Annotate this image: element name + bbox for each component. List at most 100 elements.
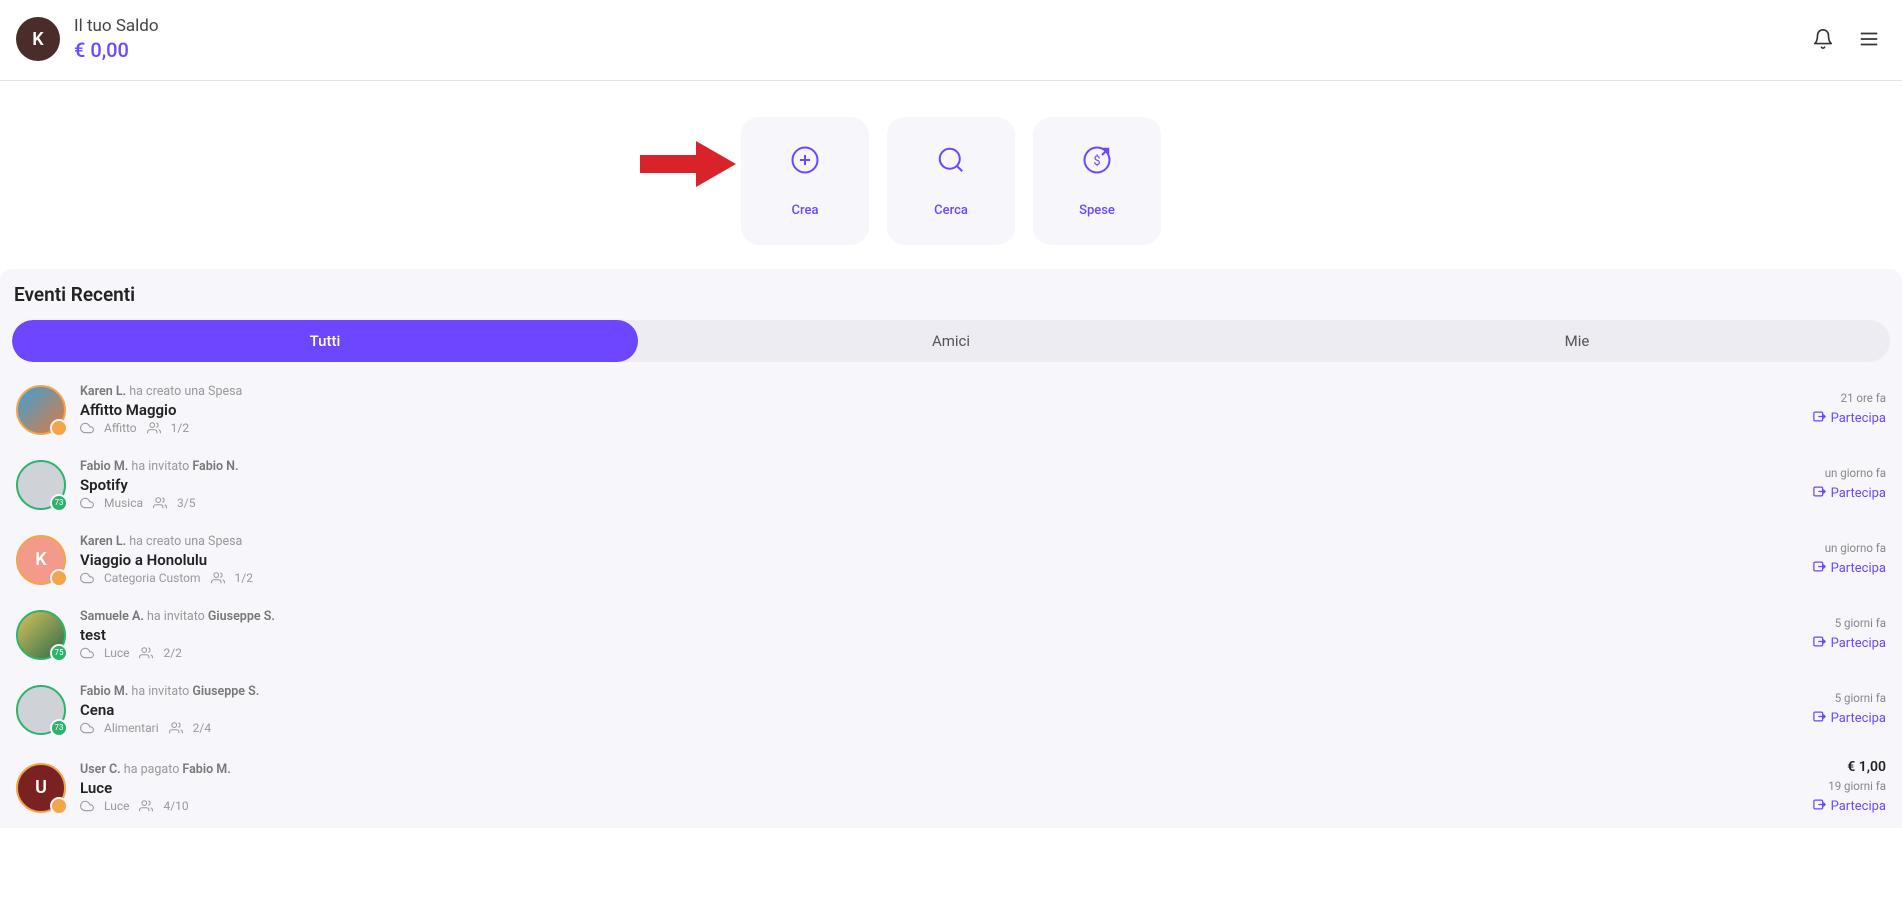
action-search[interactable]: Cerca (887, 117, 1015, 245)
avatar-badge (50, 419, 68, 437)
hamburger-icon (1858, 28, 1880, 50)
callout-arrow-icon (640, 141, 736, 187)
event-category: Affitto (104, 421, 137, 435)
join-label: Partecipa (1831, 711, 1886, 726)
category-icon (80, 571, 94, 585)
event-right: 21 ore fa Partecipa (1812, 391, 1886, 428)
category-icon (80, 496, 94, 510)
join-icon (1812, 484, 1827, 503)
join-label: Partecipa (1831, 799, 1886, 814)
join-label: Partecipa (1831, 561, 1886, 576)
event-time: 19 giorni fa (1828, 779, 1886, 793)
event-description: Karen L. ha creato una Spesa (80, 534, 1798, 549)
event-right: un giorno fa Partecipa (1812, 541, 1886, 578)
people-icon (139, 646, 153, 660)
action-expenses-label: Spese (1079, 203, 1115, 218)
people-icon (153, 496, 167, 510)
people-icon (169, 721, 183, 735)
tab-all[interactable]: Tutti (12, 320, 638, 362)
event-right: un giorno fa Partecipa (1812, 466, 1886, 503)
event-people: 4/10 (163, 799, 188, 813)
join-button[interactable]: Partecipa (1812, 634, 1886, 653)
event-people: 2/4 (193, 721, 211, 735)
event-avatar: K (16, 535, 66, 585)
event-body: Fabio M. ha invitato Giuseppe S.CenaAlim… (80, 684, 1798, 735)
svg-text:$: $ (1093, 154, 1100, 169)
event-people: 2/2 (163, 646, 181, 660)
avatar-badge (50, 569, 68, 587)
event-time: 5 giorni fa (1835, 691, 1886, 705)
event-row[interactable]: 73 Fabio M. ha invitato Fabio N. Spotify Mu… (12, 447, 1890, 522)
event-title: Affitto Maggio (80, 401, 1798, 419)
event-meta: Luce 4/10 (80, 799, 1798, 813)
category-icon (80, 799, 94, 813)
event-title: Cena (80, 701, 1798, 719)
event-description: User C. ha pagato Fabio M. (80, 762, 1798, 777)
category-icon (80, 646, 94, 660)
event-amount: € 1,00 (1847, 759, 1886, 775)
event-category: Luce (104, 799, 129, 813)
event-avatar: U (16, 763, 66, 813)
user-avatar[interactable]: K (16, 17, 60, 61)
join-button[interactable]: Partecipa (1812, 559, 1886, 578)
tab-friends[interactable]: Amici (638, 320, 1264, 362)
event-time: un giorno fa (1825, 541, 1886, 555)
action-create[interactable]: Crea (741, 117, 869, 245)
event-body: Karen L. ha creato una Spesa Viaggio a Ho… (80, 534, 1798, 585)
event-row[interactable]: Karen L. ha creato una SpesaAffitto Magg… (12, 372, 1890, 447)
notifications-button[interactable] (1812, 28, 1834, 50)
join-icon (1812, 409, 1827, 428)
join-button[interactable]: Partecipa (1812, 709, 1886, 728)
event-title: Luce (80, 779, 1798, 797)
event-title: test (80, 626, 1798, 644)
avatar-badge: 73 (50, 494, 68, 512)
event-avatar: 73 (16, 460, 66, 510)
action-expenses[interactable]: $ Spese (1033, 117, 1161, 245)
event-body: Fabio M. ha invitato Fabio N. Spotify Musi… (80, 459, 1798, 510)
balance-label: Il tuo Saldo (74, 16, 159, 36)
event-time: un giorno fa (1825, 466, 1886, 480)
join-icon (1812, 709, 1827, 728)
event-meta: Musica3/5 (80, 496, 1798, 510)
join-label: Partecipa (1831, 636, 1886, 651)
action-search-label: Cerca (934, 203, 968, 218)
events-list: Karen L. ha creato una Spesa Affitto Magg… (12, 372, 1890, 828)
event-avatar (16, 385, 66, 435)
avatar-badge: 75 (50, 644, 68, 662)
category-icon (80, 721, 94, 735)
action-create-label: Crea (792, 203, 819, 218)
join-button[interactable]: Partecipa (1812, 797, 1886, 816)
event-title: Spotify (80, 476, 1798, 494)
event-row[interactable]: K Karen L. ha creato una Spesa Viaggio a H… (12, 522, 1890, 597)
event-right: € 1,00 19 giorni fa Partecipa (1812, 759, 1886, 816)
event-description: Samuele A. ha invitato Giuseppe S. (80, 609, 1798, 624)
event-meta: Affitto1/2 (80, 421, 1798, 435)
event-meta: Categoria Custom1/2 (80, 571, 1798, 585)
event-category: Categoria Custom (104, 571, 201, 585)
menu-button[interactable] (1858, 28, 1880, 50)
bell-icon (1812, 28, 1834, 50)
event-category: Alimentari (104, 721, 159, 735)
join-button[interactable]: Partecipa (1812, 484, 1886, 503)
avatar-badge: 73 (50, 719, 68, 737)
recent-events-section: Eventi Recenti Tutti Amici Mie Karen L. … (0, 269, 1902, 828)
event-title: Viaggio a Honolulu (80, 551, 1798, 569)
event-meta: Alimentari 2/4 (80, 721, 1798, 735)
event-body: User C. ha pagato Fabio M. Luce Luce 4/10 (80, 762, 1798, 813)
event-row[interactable]: U User C. ha pagato Fabio M. Luce Luce 4/10 €… (12, 747, 1890, 828)
header-right (1812, 28, 1880, 50)
join-icon (1812, 559, 1827, 578)
join-button[interactable]: Partecipa (1812, 409, 1886, 428)
money-exchange-icon: $ (1082, 145, 1112, 179)
header-left: K Il tuo Saldo € 0,00 (16, 16, 159, 62)
section-title: Eventi Recenti (14, 283, 1890, 306)
event-row[interactable]: 73 Fabio M. ha invitato Giuseppe S.CenaAl… (12, 672, 1890, 747)
event-description: Fabio M. ha invitato Fabio N. (80, 459, 1798, 474)
event-right: 5 giorni faPartecipa (1812, 616, 1886, 653)
tab-mine[interactable]: Mie (1264, 320, 1890, 362)
event-people: 3/5 (177, 496, 195, 510)
event-time: 21 ore fa (1841, 391, 1886, 405)
quick-actions-row: Crea Cerca $ Spese (0, 81, 1902, 269)
event-row[interactable]: 75 Samuele A. ha invitato Giuseppe S. test… (12, 597, 1890, 672)
join-icon (1812, 634, 1827, 653)
